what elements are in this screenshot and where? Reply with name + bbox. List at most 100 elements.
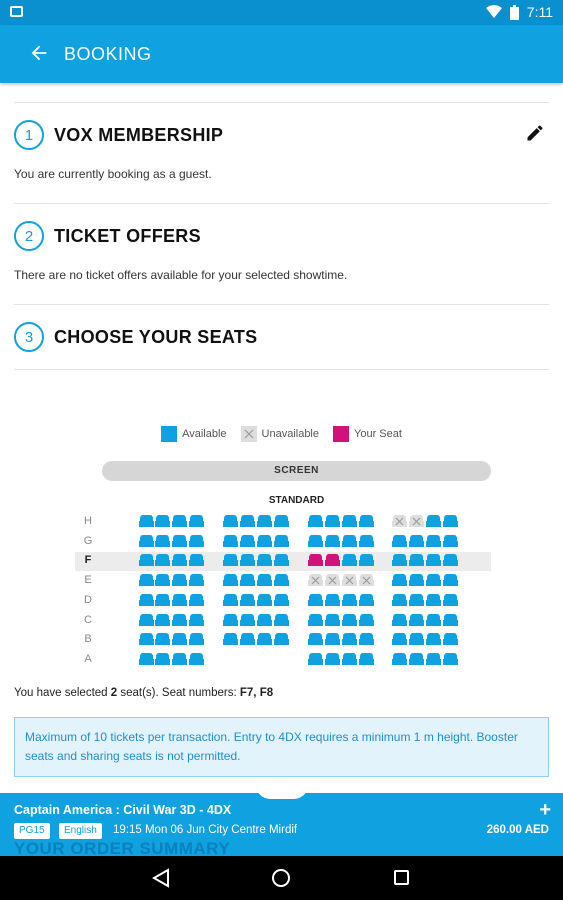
seat-d-15[interactable] xyxy=(426,593,441,607)
seat-d-1[interactable] xyxy=(139,593,154,607)
seat-b-8[interactable] xyxy=(274,632,289,646)
seat-f-8[interactable] xyxy=(274,553,289,567)
seat-c-10[interactable] xyxy=(325,613,340,627)
seat-c-2[interactable] xyxy=(155,613,170,627)
seat-f-5[interactable] xyxy=(223,553,238,567)
nav-home-icon[interactable] xyxy=(272,869,290,887)
seat-c-16[interactable] xyxy=(443,613,458,627)
seat-b-3[interactable] xyxy=(172,632,187,646)
seat-d-13[interactable] xyxy=(392,593,407,607)
seat-e-7[interactable] xyxy=(257,573,272,587)
seat-d-6[interactable] xyxy=(240,593,255,607)
seat-g-8[interactable] xyxy=(274,534,289,548)
seat-g-15[interactable] xyxy=(426,534,441,548)
seat-b-16[interactable] xyxy=(443,632,458,646)
seat-e-5[interactable] xyxy=(223,573,238,587)
seat-d-7[interactable] xyxy=(257,593,272,607)
seat-e-15[interactable] xyxy=(426,573,441,587)
seat-c-5[interactable] xyxy=(223,613,238,627)
seat-h-5[interactable] xyxy=(223,514,238,528)
seat-g-12[interactable] xyxy=(359,534,374,548)
seat-c-14[interactable] xyxy=(409,613,424,627)
seat-d-4[interactable] xyxy=(189,593,204,607)
seat-e-6[interactable] xyxy=(240,573,255,587)
seat-f-10[interactable] xyxy=(325,553,340,567)
seat-h-1[interactable] xyxy=(139,514,154,528)
seat-g-4[interactable] xyxy=(189,534,204,548)
seat-b-7[interactable] xyxy=(257,632,272,646)
seat-h-9[interactable] xyxy=(308,514,323,528)
seat-a-2[interactable] xyxy=(155,652,170,666)
seat-c-15[interactable] xyxy=(426,613,441,627)
seat-b-6[interactable] xyxy=(240,632,255,646)
seat-a-1[interactable] xyxy=(139,652,154,666)
seat-a-13[interactable] xyxy=(392,652,407,666)
seat-h-3[interactable] xyxy=(172,514,187,528)
seat-d-3[interactable] xyxy=(172,593,187,607)
seat-g-6[interactable] xyxy=(240,534,255,548)
seat-h-11[interactable] xyxy=(342,514,357,528)
seat-e-8[interactable] xyxy=(274,573,289,587)
seat-d-16[interactable] xyxy=(443,593,458,607)
seat-f-15[interactable] xyxy=(426,553,441,567)
seat-g-3[interactable] xyxy=(172,534,187,548)
seat-d-12[interactable] xyxy=(359,593,374,607)
seat-h-8[interactable] xyxy=(274,514,289,528)
seat-e-16[interactable] xyxy=(443,573,458,587)
nav-recents-icon[interactable] xyxy=(394,870,409,885)
seat-h-6[interactable] xyxy=(240,514,255,528)
seat-b-10[interactable] xyxy=(325,632,340,646)
seat-g-1[interactable] xyxy=(139,534,154,548)
seat-b-9[interactable] xyxy=(308,632,323,646)
seat-c-11[interactable] xyxy=(342,613,357,627)
seat-f-6[interactable] xyxy=(240,553,255,567)
seat-f-4[interactable] xyxy=(189,553,204,567)
seat-d-2[interactable] xyxy=(155,593,170,607)
seat-b-1[interactable] xyxy=(139,632,154,646)
seat-c-8[interactable] xyxy=(274,613,289,627)
seat-g-5[interactable] xyxy=(223,534,238,548)
seat-f-13[interactable] xyxy=(392,553,407,567)
seat-f-2[interactable] xyxy=(155,553,170,567)
seat-f-1[interactable] xyxy=(139,553,154,567)
seat-f-7[interactable] xyxy=(257,553,272,567)
seat-a-14[interactable] xyxy=(409,652,424,666)
seat-g-16[interactable] xyxy=(443,534,458,548)
seat-c-3[interactable] xyxy=(172,613,187,627)
seat-h-15[interactable] xyxy=(426,514,441,528)
seat-b-4[interactable] xyxy=(189,632,204,646)
seat-g-10[interactable] xyxy=(325,534,340,548)
seat-g-2[interactable] xyxy=(155,534,170,548)
seat-e-13[interactable] xyxy=(392,573,407,587)
seat-a-11[interactable] xyxy=(342,652,357,666)
seat-h-12[interactable] xyxy=(359,514,374,528)
seat-d-10[interactable] xyxy=(325,593,340,607)
seat-c-12[interactable] xyxy=(359,613,374,627)
seat-a-9[interactable] xyxy=(308,652,323,666)
seat-h-2[interactable] xyxy=(155,514,170,528)
seat-d-14[interactable] xyxy=(409,593,424,607)
seat-g-14[interactable] xyxy=(409,534,424,548)
seat-b-2[interactable] xyxy=(155,632,170,646)
seat-d-5[interactable] xyxy=(223,593,238,607)
seat-b-13[interactable] xyxy=(392,632,407,646)
seat-b-5[interactable] xyxy=(223,632,238,646)
seat-h-7[interactable] xyxy=(257,514,272,528)
seat-a-3[interactable] xyxy=(172,652,187,666)
seat-a-12[interactable] xyxy=(359,652,374,666)
seat-d-11[interactable] xyxy=(342,593,357,607)
seat-h-16[interactable] xyxy=(443,514,458,528)
nav-back-icon[interactable] xyxy=(152,868,170,888)
seat-f-14[interactable] xyxy=(409,553,424,567)
seat-b-14[interactable] xyxy=(409,632,424,646)
seat-d-9[interactable] xyxy=(308,593,323,607)
seat-a-15[interactable] xyxy=(426,652,441,666)
seat-d-8[interactable] xyxy=(274,593,289,607)
seat-c-1[interactable] xyxy=(139,613,154,627)
seat-g-7[interactable] xyxy=(257,534,272,548)
seat-c-4[interactable] xyxy=(189,613,204,627)
seat-e-4[interactable] xyxy=(189,573,204,587)
seat-e-14[interactable] xyxy=(409,573,424,587)
seat-h-10[interactable] xyxy=(325,514,340,528)
seat-f-9[interactable] xyxy=(308,553,323,567)
